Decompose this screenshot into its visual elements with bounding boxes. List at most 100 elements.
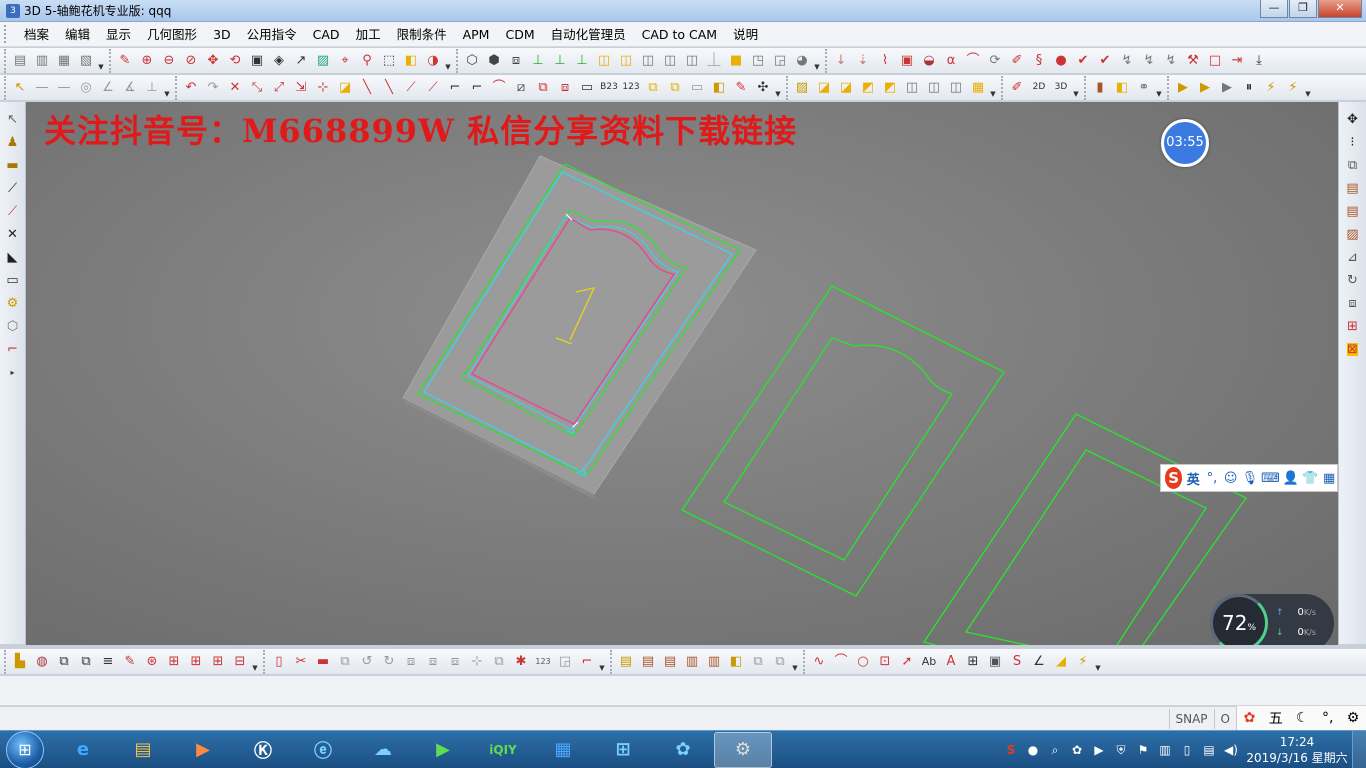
shield-tray-icon[interactable]: ⛨: [1110, 743, 1132, 758]
save-file-icon[interactable]: ▦: [54, 51, 74, 71]
snap-indicator[interactable]: SNAP: [1168, 708, 1214, 729]
line-h-icon[interactable]: —: [32, 78, 52, 98]
run-2-icon[interactable]: ▶: [1195, 78, 1215, 98]
cross-line-icon[interactable]: ✕: [3, 224, 23, 245]
gray-b3-icon[interactable]: ↻: [379, 652, 399, 672]
arrow-tool-icon[interactable]: ↗: [291, 51, 311, 71]
zoom-in-icon[interactable]: ⊕: [137, 51, 157, 71]
new-file-icon[interactable]: ▤: [10, 51, 30, 71]
text-ab-icon[interactable]: Ab: [919, 652, 939, 672]
gray-b8-icon[interactable]: ⧉: [489, 652, 509, 672]
grid-b5-icon[interactable]: ⊞: [963, 652, 983, 672]
toolbar-dropdown[interactable]: ▼: [1155, 78, 1163, 98]
grid-b4-icon[interactable]: ⊟: [230, 652, 250, 672]
start-button[interactable]: ⊞: [6, 730, 44, 768]
post-icon[interactable]: ⇥: [1227, 51, 1247, 71]
frame-2-icon[interactable]: ◧: [709, 78, 729, 98]
view-top-icon[interactable]: ⬡: [462, 51, 482, 71]
circle-snap-icon[interactable]: ◎: [76, 78, 96, 98]
close-button[interactable]: ✕: [1318, 0, 1362, 18]
scale-icon[interactable]: ⧉: [533, 78, 553, 98]
group-2-icon[interactable]: ⧉: [665, 78, 685, 98]
punct-tray-icon[interactable]: °,: [1322, 710, 1333, 726]
circle-icon[interactable]: ○: [853, 652, 873, 672]
grid-app-icon[interactable]: ▦: [534, 732, 592, 768]
cross-icon[interactable]: ✣: [753, 78, 773, 98]
copy-b2-icon[interactable]: ⧉: [76, 652, 96, 672]
rotate-r-icon[interactable]: ↻: [1343, 270, 1363, 291]
expand-icon[interactable]: ▸: [3, 362, 23, 383]
eraser-icon[interactable]: ◢: [1051, 652, 1071, 672]
menu-constraints[interactable]: 限制条件: [389, 22, 455, 47]
grid-b3-icon[interactable]: ⊞: [208, 652, 228, 672]
polyline-icon[interactable]: ⟋: [3, 201, 23, 222]
corner-icon[interactable]: ⌐: [3, 339, 23, 360]
plane-icon[interactable]: ⏊: [704, 51, 724, 71]
break-icon[interactable]: ⇲: [291, 78, 311, 98]
num-123-icon[interactable]: 123: [533, 652, 553, 672]
ie-app-icon[interactable]: e: [54, 732, 112, 768]
brush-b-icon[interactable]: ⚡: [1073, 652, 1093, 672]
gray-b9-icon[interactable]: ◲: [555, 652, 575, 672]
delete-icon[interactable]: ✕: [225, 78, 245, 98]
attrib-icon[interactable]: ◧: [1112, 78, 1132, 98]
toolbar-dropdown[interactable]: ▼: [1072, 78, 1080, 98]
flag-tray-icon[interactable]: ⚑: [1132, 743, 1154, 757]
layer-2-icon[interactable]: ◪: [836, 78, 856, 98]
ruler-icon[interactable]: ▬: [3, 155, 23, 176]
menu-machining[interactable]: 加工: [348, 22, 389, 47]
offset-2-icon[interactable]: ⟋: [423, 78, 443, 98]
view-3d-icon[interactable]: ◈: [269, 51, 289, 71]
cloud-app-icon[interactable]: ☁: [354, 732, 412, 768]
shade-toggle-icon[interactable]: ▭: [3, 270, 23, 291]
ortho-indicator[interactable]: O: [1213, 708, 1236, 729]
surface-icon[interactable]: ◒: [919, 51, 939, 71]
toolbar-dropdown[interactable]: ▼: [251, 652, 259, 672]
box-3-icon[interactable]: ◲: [770, 51, 790, 71]
gray-b1-icon[interactable]: ⧉: [335, 652, 355, 672]
run-3-icon[interactable]: ▶: [1217, 78, 1237, 98]
menu-geometry[interactable]: 几何图形: [139, 22, 205, 47]
toolbar-dropdown[interactable]: ▼: [813, 51, 821, 71]
k-app-icon[interactable]: Ⓚ: [234, 732, 292, 768]
arc-icon[interactable]: ⌒: [489, 78, 509, 98]
copy-b-icon[interactable]: ⧉: [54, 652, 74, 672]
rotate-icon[interactable]: ⟲: [225, 51, 245, 71]
mirror-icon[interactable]: ⧈: [555, 78, 575, 98]
menu-common-commands[interactable]: 公用指令: [239, 22, 305, 47]
network-monitor[interactable]: 72% ↑ 0K/s ↓ 0K/s: [1210, 594, 1334, 645]
keyboard-icon[interactable]: ⌨: [1261, 471, 1280, 486]
pen-icon[interactable]: ✎: [120, 652, 140, 672]
trim-2-icon[interactable]: ⤢: [269, 78, 289, 98]
frame-b2-icon[interactable]: ▥: [682, 652, 702, 672]
line-v-icon[interactable]: —: [54, 78, 74, 98]
paw-icon[interactable]: ✿: [1244, 710, 1256, 726]
volume-tray-icon[interactable]: ◀): [1220, 743, 1242, 757]
print-icon[interactable]: ▧: [76, 51, 96, 71]
hatch-icon[interactable]: ▨: [792, 78, 812, 98]
recording-timer[interactable]: 03:55: [1161, 119, 1209, 167]
view-front-icon[interactable]: ⬢: [484, 51, 504, 71]
calendar-icon[interactable]: ▣: [985, 652, 1005, 672]
network-tray-icon[interactable]: ▥: [1154, 743, 1176, 757]
cad-app-icon[interactable]: ⚙: [714, 731, 772, 768]
user-icon[interactable]: 👤: [1283, 471, 1299, 486]
hatch-b-icon[interactable]: ◍: [32, 652, 52, 672]
box-icon[interactable]: ■: [726, 51, 746, 71]
gray-b7-icon[interactable]: ⊹: [467, 652, 487, 672]
menu-3d[interactable]: 3D: [205, 22, 239, 47]
search-tray-icon[interactable]: ⌕: [1044, 743, 1066, 758]
qq-tray-icon[interactable]: ●: [1022, 743, 1044, 757]
baidu-app-icon[interactable]: ✿: [654, 732, 712, 768]
cut-b-icon[interactable]: ✂: [291, 652, 311, 672]
toolbar-dropdown[interactable]: ▼: [989, 78, 997, 98]
select-window-icon[interactable]: ⬚: [379, 51, 399, 71]
layer-6-icon[interactable]: ◫: [924, 78, 944, 98]
gray-b2-icon[interactable]: ↺: [357, 652, 377, 672]
axis-y-icon[interactable]: ⊥: [550, 51, 570, 71]
perp-icon[interactable]: ⊥: [142, 78, 162, 98]
rect-icon[interactable]: ▭: [577, 78, 597, 98]
window-app-icon[interactable]: ⊞: [594, 732, 652, 768]
toolbar-dropdown[interactable]: ▼: [598, 652, 606, 672]
angle-2-icon[interactable]: ∡: [120, 78, 140, 98]
